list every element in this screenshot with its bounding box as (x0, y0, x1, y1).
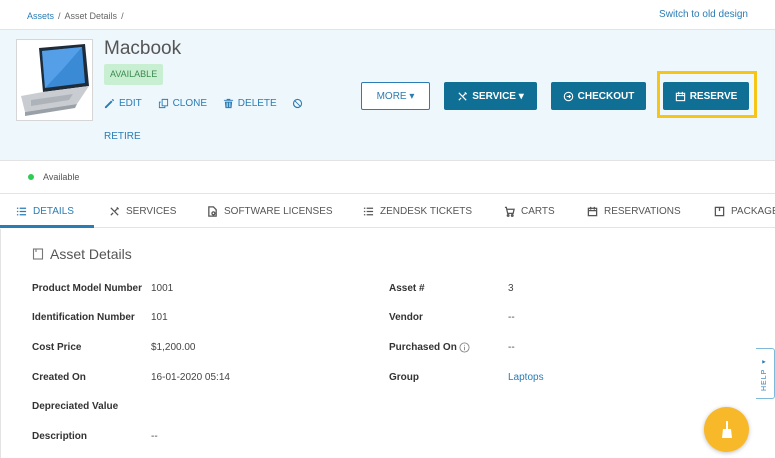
list-icon (16, 207, 27, 215)
section-title-text: Asset Details (50, 246, 132, 262)
service-label: SERVICE ▾ (472, 90, 524, 102)
field-label: Group (389, 372, 419, 383)
checkout-button[interactable]: CHECKOUT (551, 82, 646, 110)
asset-details-section: Asset Details Product Model Number 1001 … (0, 229, 775, 458)
section-title: Asset Details (32, 246, 132, 262)
pencil-icon (104, 99, 114, 109)
field-label: Asset # (389, 283, 425, 294)
document-icon (32, 248, 44, 260)
breadcrumb-asset-details: Asset Details (64, 11, 118, 21)
field-label: Cost Price (32, 342, 82, 353)
asset-title: Macbook (104, 38, 182, 59)
trash-icon (223, 98, 233, 109)
clone-button[interactable]: CLONE (158, 98, 207, 109)
field-label: Description (32, 431, 88, 442)
tab-reservations[interactable]: RESERVATIONS (587, 194, 681, 228)
field-value: 16-01-2020 05:14 (151, 372, 230, 383)
edit-label: EDIT (119, 98, 142, 109)
group-link[interactable]: Laptops (508, 372, 544, 383)
field-value: $1,200.00 (151, 342, 196, 353)
clone-label: CLONE (172, 98, 208, 109)
calendar-icon (587, 206, 598, 216)
delete-label: DELETE (237, 98, 277, 109)
help-tab[interactable]: HELP ◂ (756, 348, 775, 399)
field-label: Vendor (389, 312, 423, 323)
tab-details-label: DETAILS (33, 205, 74, 217)
checkout-label: CHECKOUT (577, 90, 635, 102)
broom-icon (721, 420, 732, 438)
cleanup-fab[interactable] (704, 407, 749, 452)
retire-icon-button[interactable] (292, 98, 307, 109)
ban-icon (293, 98, 303, 109)
tools-icon (110, 206, 120, 216)
field-label: Product Model Number (32, 283, 143, 294)
tab-zendesk-tickets-label: ZENDESK TICKETS (380, 205, 473, 217)
field-label: Created On (32, 372, 86, 383)
status-badge: AVAILABLE (104, 64, 164, 85)
availability-row: Available (0, 160, 775, 194)
tab-carts[interactable]: CARTS (504, 194, 555, 228)
field-label: Purchased On (389, 342, 457, 353)
field-label: Depreciated Value (32, 401, 119, 412)
tab-software-licenses-label: SOFTWARE LICENSES (224, 205, 333, 217)
breadcrumb: Assets / Asset Details / (27, 11, 124, 21)
availability-text: Available (43, 172, 80, 182)
retire-button[interactable]: RETIRE (104, 131, 141, 142)
tab-services-label: SERVICES (126, 205, 177, 217)
tools-icon (458, 91, 468, 101)
edit-button[interactable]: EDIT (104, 98, 142, 109)
cart-icon (504, 206, 515, 217)
tab-details[interactable]: DETAILS (16, 194, 74, 228)
asset-actions: EDIT CLONE DELETE (104, 98, 320, 112)
license-icon (208, 205, 217, 217)
field-value: 1001 (151, 283, 174, 294)
tab-services[interactable]: SERVICES (109, 194, 176, 228)
tab-packages-label: PACKAGE (731, 205, 775, 217)
service-dropdown-button[interactable]: SERVICE ▾ (444, 82, 537, 110)
tab-zendesk-tickets[interactable]: ZENDESK TICKETS (363, 194, 472, 228)
tab-reservations-label: RESERVATIONS (604, 205, 681, 217)
copy-icon (158, 98, 168, 109)
field-value: 3 (508, 283, 514, 294)
checkout-icon (563, 91, 573, 101)
asset-header: Macbook AVAILABLE EDIT CLONE DELETE RETI… (0, 29, 775, 160)
info-icon[interactable] (459, 342, 470, 353)
field-value: -- (508, 312, 515, 323)
active-tab-indicator (0, 225, 94, 228)
tab-carts-label: CARTS (521, 205, 555, 217)
breadcrumb-assets[interactable]: Assets (27, 11, 54, 21)
package-icon (714, 206, 725, 216)
tab-bar: DETAILS SERVICES SOFTWARE LICENSES ZENDE… (0, 194, 775, 228)
status-dot (28, 174, 34, 180)
reserve-highlight-box (657, 71, 757, 118)
tab-software-licenses[interactable]: SOFTWARE LICENSES (207, 194, 333, 228)
field-value: -- (151, 431, 158, 442)
field-value: -- (508, 342, 515, 353)
asset-thumbnail (16, 39, 93, 121)
tab-packages[interactable]: PACKAGE (714, 194, 775, 228)
list-icon (363, 207, 374, 215)
more-dropdown-button[interactable]: MORE ▾ (361, 82, 430, 110)
switch-old-design-link[interactable]: Switch to old design (659, 9, 748, 20)
more-label: MORE ▾ (376, 90, 415, 102)
field-label: Identification Number (32, 312, 135, 323)
delete-button[interactable]: DELETE (223, 98, 277, 109)
top-bar: Assets / Asset Details / Switch to old desi… (0, 0, 775, 29)
field-value: 101 (151, 312, 168, 323)
